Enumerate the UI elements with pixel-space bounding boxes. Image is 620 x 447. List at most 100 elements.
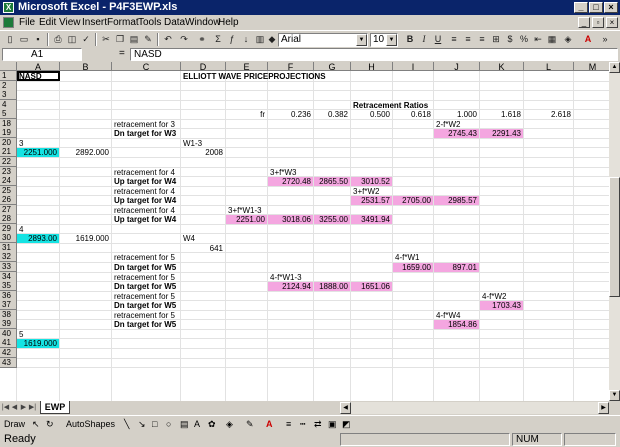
row-header-33[interactable]: 33 [0,262,17,272]
cell-a41[interactable]: 1619.000 [17,339,59,348]
cell-j18[interactable]: 2-f*W2 [434,120,462,129]
sort-asc-icon[interactable]: ↓ [239,33,253,46]
doc-restore-button[interactable]: ▫ [592,17,604,28]
shadow-icon[interactable]: ▣ [328,419,337,430]
column-header-c[interactable]: C [112,62,181,72]
fill-color-icon[interactable]: ◈ [561,33,575,46]
menu-insert[interactable]: Insert [82,17,107,28]
textbox-icon[interactable]: ▤ [180,419,189,430]
cell-g5[interactable]: 0.382 [314,110,350,119]
cell-c35[interactable]: Dn target for W5 [112,282,178,291]
align-right-icon[interactable]: ≡ [475,33,489,46]
cell-h25[interactable]: 3+f*W2 [351,187,381,196]
equals-sign[interactable]: = [119,48,125,59]
cell-a40[interactable]: 5 [17,330,25,339]
minimize-button[interactable]: _ [574,2,588,13]
column-header-d[interactable]: D [181,62,226,72]
excel-app-icon[interactable]: X [3,2,14,13]
new-icon[interactable]: ▯ [3,33,17,46]
column-header-k[interactable]: K [480,62,524,72]
scroll-up-icon[interactable]: ▲ [609,62,620,73]
cell-f35[interactable]: 2124.94 [268,282,313,291]
open-icon[interactable]: ▭ [17,33,31,46]
wordart-icon[interactable]: A [194,419,200,429]
line-icon[interactable]: ╲ [124,419,129,430]
cell-k19[interactable]: 2291.43 [480,129,523,138]
cell-c39[interactable]: Dn target for W5 [112,320,178,329]
row-header-39[interactable]: 39 [0,319,17,329]
row-header-30[interactable]: 30 [0,233,17,243]
column-header-h[interactable]: H [351,62,393,72]
fill-color-draw-icon[interactable]: ◈ [226,419,233,430]
vertical-scrollbar[interactable]: ▲ ▼ [609,62,620,401]
last-sheet-icon[interactable]: ▶| [28,402,37,413]
cell-e5[interactable]: fr [226,110,267,119]
cell-c19[interactable]: Dn target for W3 [112,129,178,138]
worksheet-grid[interactable]: A B C D E F G H I J K L M 1 2 3 4 5 18 19 20 21 22 23 24 25 26 27 28… [0,62,620,401]
cell-i33[interactable]: 1659.00 [393,263,433,272]
cell-f23[interactable]: 3+f*W3 [268,168,298,177]
doc-minimize-button[interactable]: _ [578,17,590,28]
row-header-5[interactable]: 5 [0,109,17,119]
cell-a29[interactable]: 4 [17,225,25,234]
arrow-icon[interactable]: ↘ [138,419,146,430]
cell-c28[interactable]: Up target for W4 [112,215,178,224]
formula-input[interactable]: NASD [130,48,618,61]
cell-f5[interactable]: 0.236 [268,110,313,119]
column-header-i[interactable]: I [393,62,434,72]
paste-icon[interactable]: ▤ [127,33,141,46]
first-sheet-icon[interactable]: |◀ [1,402,10,413]
decrease-indent-icon[interactable]: ⇤ [531,33,545,46]
row-header-1[interactable]: 1 [0,71,17,81]
cell-i32[interactable]: 4-f*W1 [393,253,421,262]
cell-c27[interactable]: retracement for 4 [112,206,177,215]
cell-e28[interactable]: 2251.00 [226,215,267,224]
scroll-right-icon[interactable]: ▶ [598,402,609,414]
cell-c32[interactable]: retracement for 5 [112,253,177,262]
column-header-j[interactable]: J [434,62,480,72]
menu-help[interactable]: Help [218,17,239,28]
save-icon[interactable]: ▪ [31,33,45,46]
cell-d20[interactable]: W1-3 [181,139,204,148]
hyperlink-icon[interactable]: ⚭ [195,33,209,46]
cell-a20[interactable]: 3 [17,139,25,148]
drawing-icon[interactable]: ◆ [265,33,279,46]
font-name-select[interactable]: Arial ▼ [278,33,368,47]
align-left-icon[interactable]: ≡ [447,33,461,46]
row-header-35[interactable]: 35 [0,281,17,291]
row-header-3[interactable]: 3 [0,90,17,100]
row-header-28[interactable]: 28 [0,214,17,224]
copy-icon[interactable]: ❐ [113,33,127,46]
cell-c37[interactable]: Dn target for W5 [112,301,178,310]
prev-sheet-icon[interactable]: ◀ [10,402,19,413]
rotate-icon[interactable]: ↻ [46,419,54,430]
menu-tools[interactable]: Tools [138,17,161,28]
cell-k36[interactable]: 4-f*W2 [480,292,508,301]
horizontal-scrollbar[interactable]: ◀ ▶ [340,402,609,414]
column-header-m[interactable]: M [574,62,612,72]
autoshapes-menu[interactable]: AutoShapes [66,419,115,429]
cell-c34[interactable]: retracement for 5 [112,273,177,282]
cell-d30[interactable]: W4 [181,234,197,243]
font-size-select[interactable]: 10 ▼ [370,33,398,47]
cell-j5[interactable]: 1.000 [434,110,479,119]
next-sheet-icon[interactable]: ▶ [19,402,28,413]
column-header-f[interactable]: F [268,62,314,72]
vertical-scroll-thumb[interactable] [609,177,620,297]
chevron-down-icon[interactable]: ▼ [386,34,397,46]
cell-a21[interactable]: 2251.000 [17,148,59,157]
name-box[interactable]: A1 [2,48,82,61]
cell-i26[interactable]: 2705.00 [393,196,433,205]
row-header-21[interactable]: 21 [0,147,17,157]
cell-d21[interactable]: 2008 [181,148,225,157]
cell-d1[interactable]: ELLIOTT WAVE PRICEPROJECTIONS [181,72,328,81]
spelling-icon[interactable]: ✓ [79,33,93,46]
cell-g28[interactable]: 3255.00 [314,215,350,224]
font-color-draw-icon[interactable]: A [266,419,273,429]
redo-icon[interactable]: ↷ [177,33,191,46]
cell-k37[interactable]: 1703.43 [480,301,523,310]
row-header-22[interactable]: 22 [0,157,17,167]
close-button[interactable]: × [604,2,618,13]
column-header-e[interactable]: E [226,62,268,72]
menu-data[interactable]: Data [164,17,185,28]
